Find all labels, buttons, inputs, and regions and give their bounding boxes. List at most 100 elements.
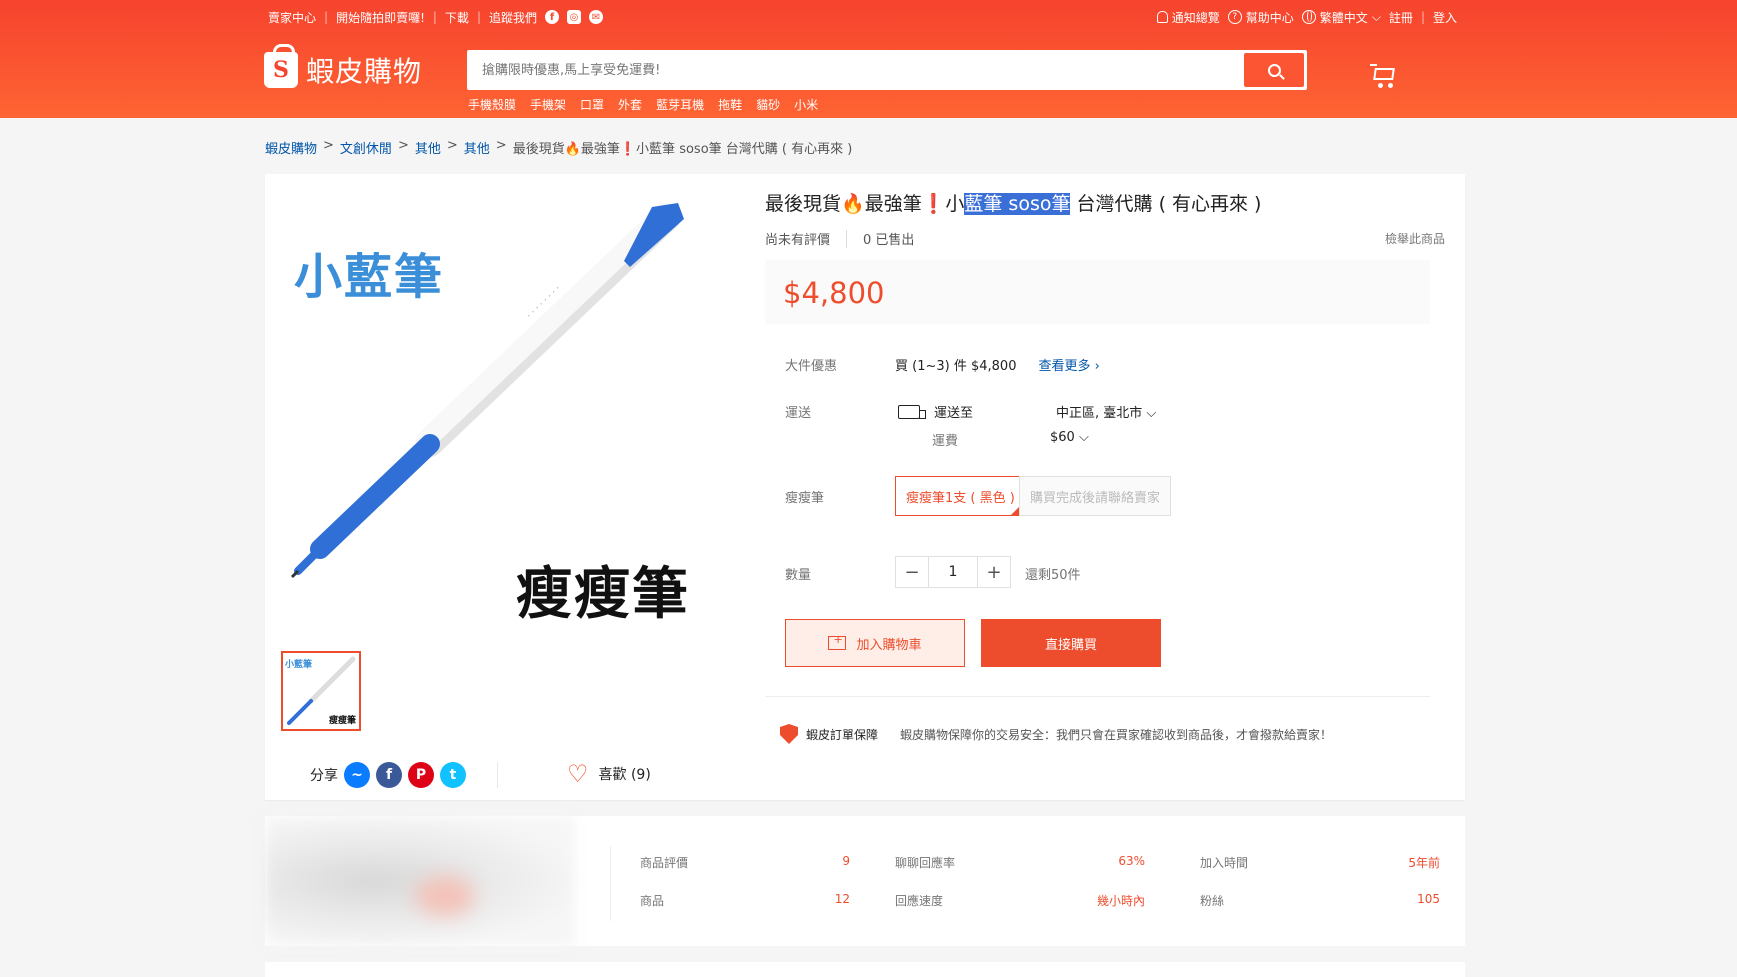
variant-label: 瘦瘦筆 <box>785 491 825 506</box>
like-button[interactable]: ♡ 喜歡 (9) <box>567 762 651 786</box>
shipping-destination-dropdown[interactable]: 中正區, 臺北市 ⌵ <box>1056 402 1156 421</box>
image-caption-bottom: 瘦瘦筆 <box>516 562 690 627</box>
facebook-icon[interactable]: f <box>376 762 402 788</box>
sold-count: 0 已售出 <box>863 233 915 248</box>
increase-button[interactable]: + <box>978 557 1010 587</box>
shop-profile-blurred <box>265 816 575 946</box>
buy-now-button[interactable]: 直接購買 <box>981 619 1161 667</box>
breadcrumb-link[interactable]: 其他 <box>415 138 441 157</box>
product-card: 小藍筆 · · · · · · · · 瘦瘦筆 小藍筆 瘦瘦筆 分享 ~ f P… <box>265 174 1465 800</box>
exclamation-icon: ❗ <box>921 193 946 215</box>
globe-icon <box>1301 10 1316 24</box>
instagram-icon[interactable]: ◎ <box>567 10 581 24</box>
flame-icon: 🔥 <box>841 193 865 215</box>
rating-text[interactable]: 尚未有評價 <box>765 229 830 248</box>
stock-remaining: 還剩50件 <box>1025 568 1081 583</box>
variant-option-disabled: 購買完成後請聯絡賣家 <box>1019 476 1172 516</box>
twitter-icon[interactable]: t <box>440 762 466 788</box>
shipping-label: 運送 <box>785 406 812 421</box>
shopee-guarantee: 蝦皮訂單保障 蝦皮購物保障你的交易安全：我們只會在買家確認收到商品後，才會撥款給… <box>780 724 1332 744</box>
shopee-logo[interactable]: S 蝦皮購物 <box>264 44 423 90</box>
decrease-button[interactable]: − <box>896 557 928 587</box>
price: $4,800 <box>783 276 885 310</box>
top-bar: 賣家中心 | 開始隨拍即賣囉! | 下載 | 追蹤我們 f ◎ ✉ 通知總覽 ? 幫助中… <box>268 9 1457 26</box>
language-selector[interactable]: 繁體中文 ⌵ <box>1301 9 1381 26</box>
stat-joined: 加入時間 5年前 <box>1200 856 1440 870</box>
product-meta: 尚未有評價 0 已售出 檢舉此商品 <box>765 229 1445 248</box>
variant-option-selected[interactable]: 瘦瘦筆1支 ( 黑色 ) <box>895 476 1026 516</box>
truck-icon <box>898 404 926 419</box>
breadcrumb-link[interactable]: 蝦皮購物 <box>265 138 317 157</box>
site-header: 賣家中心 | 開始隨拍即賣囉! | 下載 | 追蹤我們 f ◎ ✉ 通知總覽 ? 幫助中… <box>0 0 1737 118</box>
stat-response-rate: 聊聊回應率 63% <box>895 854 1145 870</box>
share-bar: 分享 ~ f P t <box>310 762 466 788</box>
search-input[interactable] <box>470 62 1244 78</box>
breadcrumb-link[interactable]: 其他 <box>464 138 490 157</box>
register-link[interactable]: 註冊 <box>1389 9 1413 26</box>
stat-followers: 粉絲 105 <box>1200 892 1440 908</box>
product-image[interactable]: 小藍筆 · · · · · · · · 瘦瘦筆 <box>280 189 730 639</box>
quantity-input[interactable]: 1 <box>928 557 978 587</box>
breadcrumb-link[interactable]: 文創休閒 <box>340 138 392 157</box>
help-icon: ? <box>1227 10 1242 24</box>
guarantee-title: 蝦皮訂單保障 <box>806 727 879 742</box>
heart-icon: ♡ <box>567 760 589 788</box>
help-center-link[interactable]: ? 幫助中心 <box>1227 9 1294 26</box>
search-icon <box>1267 63 1281 77</box>
report-link[interactable]: 檢舉此商品 <box>1385 230 1445 247</box>
hotword-link[interactable]: 手機架 <box>530 96 566 113</box>
facebook-icon[interactable]: f <box>545 10 559 24</box>
shield-icon <box>780 724 798 744</box>
guarantee-description: 蝦皮購物保障你的交易安全：我們只會在買家確認收到商品後，才會撥款給賣家！ <box>900 727 1333 742</box>
hotword-link[interactable]: 小米 <box>794 96 818 113</box>
stat-response-time: 回應速度 幾小時內 <box>895 894 1145 908</box>
breadcrumb: 蝦皮購物 > 文創休閒 > 其他 > 其他 > 最後現貨🔥最強筆❗小藍筆 soso筆 台… <box>265 138 853 157</box>
add-cart-icon <box>828 633 847 650</box>
quantity-stepper: − 1 + <box>895 556 1011 588</box>
product-title: 最後現貨🔥最強筆❗小藍筆 soso筆 台灣代購 ( 有心再來 ) <box>765 193 1262 215</box>
cart-icon[interactable] <box>1370 64 1396 88</box>
stat-products: 商品 12 <box>640 892 850 908</box>
logo-text: 蝦皮購物 <box>306 55 423 88</box>
notifications-link[interactable]: 通知總覽 <box>1156 9 1220 26</box>
pinterest-icon[interactable]: P <box>408 762 434 788</box>
hotword-link[interactable]: 拖鞋 <box>718 96 742 113</box>
follow-us-label: 追蹤我們 <box>488 10 537 25</box>
search-button[interactable] <box>1244 53 1304 87</box>
shipping-to: 運送至 <box>898 402 973 421</box>
hotword-link[interactable]: 手機殼膜 <box>468 96 516 113</box>
share-label: 分享 <box>310 768 338 784</box>
bundle-deal: 買 (1~3) 件 $4,800 查看更多 › <box>895 355 1100 374</box>
shopee-bag-icon: S <box>264 44 298 88</box>
breadcrumb-current: 最後現貨🔥最強筆❗小藍筆 soso筆 台灣代購 ( 有心再來 ) <box>512 142 853 157</box>
seller-center-link[interactable]: 賣家中心 <box>268 9 316 26</box>
line-icon[interactable]: ✉ <box>589 10 603 24</box>
add-to-cart-button[interactable]: 加入購物車 <box>785 619 965 667</box>
thumb-caption-bottom: 瘦瘦筆 <box>328 716 356 726</box>
download-link[interactable]: 下載 <box>445 9 469 26</box>
messenger-icon[interactable]: ~ <box>344 762 370 788</box>
like-count: 喜歡 (9) <box>598 767 651 783</box>
shop-info: 商品評價 9 聊聊回應率 63% 加入時間 5年前 商品 12 回應速度 幾小時內 粉絲 1… <box>265 816 1465 946</box>
deal-label: 大件優惠 <box>785 359 838 374</box>
login-link[interactable]: 登入 <box>1433 9 1457 26</box>
hotword-link[interactable]: 貓砂 <box>756 96 780 113</box>
selected-text: 藍筆 soso筆 <box>964 193 1071 215</box>
hot-keywords: 手機殼膜 手機架 口罩 外套 藍芽耳機 拖鞋 貓砂 小米 <box>468 96 818 113</box>
quantity-label: 數量 <box>785 568 812 583</box>
deal-text: 買 (1~3) 件 $4,800 <box>895 359 1017 374</box>
deal-more-link[interactable]: 查看更多 › <box>1038 355 1099 374</box>
hotword-link[interactable]: 藍芽耳機 <box>656 96 704 113</box>
divider <box>765 696 1430 697</box>
start-selling-link[interactable]: 開始隨拍即賣囉! <box>336 9 425 26</box>
bell-icon <box>1156 11 1168 23</box>
shipping-fee-dropdown[interactable]: $60 ⌵ <box>1050 430 1089 445</box>
hotword-link[interactable]: 口罩 <box>580 96 604 113</box>
divider <box>497 762 498 788</box>
hotword-link[interactable]: 外套 <box>618 96 642 113</box>
search-bar <box>467 50 1307 90</box>
product-thumbnail[interactable]: 小藍筆 瘦瘦筆 <box>281 651 361 731</box>
price-box: $4,800 <box>765 260 1430 324</box>
stat-ratings: 商品評價 9 <box>640 854 850 870</box>
next-section <box>265 962 1465 977</box>
